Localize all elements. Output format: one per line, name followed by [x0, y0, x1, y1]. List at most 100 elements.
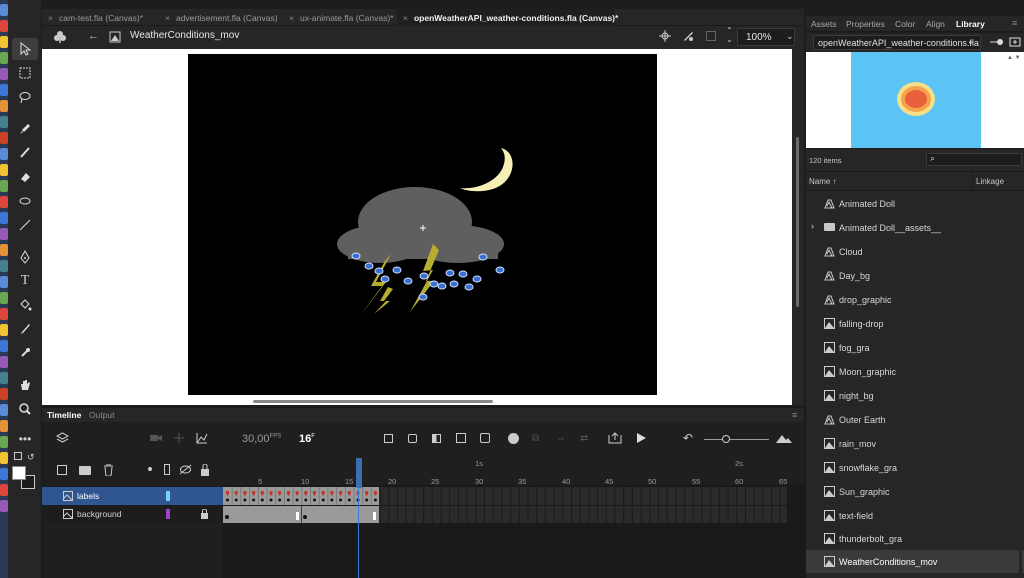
preview-arrows-icon[interactable]: ▲ ▼: [1007, 55, 1021, 61]
edit-symbols-icon[interactable]: [682, 30, 694, 45]
insert-frame-icon[interactable]: [432, 434, 441, 443]
tab-openweatherapi[interactable]: × openWeatherAPI_weather-conditions.fla (…: [397, 9, 618, 26]
center-stage-icon[interactable]: [659, 30, 671, 45]
stage-canvas[interactable]: [188, 54, 657, 395]
chevron-right-icon[interactable]: ›: [811, 221, 814, 231]
paint-bucket-tool-icon[interactable]: [12, 294, 38, 316]
camera-icon[interactable]: [150, 433, 162, 446]
close-icon[interactable]: ×: [403, 13, 408, 23]
tab-properties[interactable]: Properties: [846, 19, 885, 29]
insert-keyframe-icon[interactable]: [384, 434, 393, 443]
horizontal-scroll-thumb[interactable]: [253, 400, 493, 403]
play-icon[interactable]: [635, 432, 647, 447]
library-item[interactable]: Moon_graphic: [806, 360, 1024, 383]
library-item[interactable]: fog_gra: [806, 336, 1024, 359]
tab-cam-test[interactable]: × cam-test.fla (Canvas)*: [42, 9, 159, 26]
text-tool-icon[interactable]: T: [12, 270, 38, 292]
brush-tool-icon[interactable]: [12, 142, 38, 164]
fps-display[interactable]: 30,00FPS: [242, 433, 281, 445]
library-item[interactable]: drop_graphic: [806, 288, 1024, 311]
line-tool-icon[interactable]: [12, 214, 38, 236]
graph-icon[interactable]: [196, 432, 208, 447]
close-icon[interactable]: ×: [289, 13, 294, 23]
column-name[interactable]: Name ↑: [809, 177, 837, 186]
mountain-zoom-icon[interactable]: [776, 433, 792, 446]
tab-library[interactable]: Library: [956, 19, 985, 29]
eyedropper-tool-icon[interactable]: [12, 318, 38, 340]
loop-icon[interactable]: ⇄: [580, 433, 588, 444]
pin-icon[interactable]: [990, 36, 1004, 51]
layer-color-swatch[interactable]: [166, 491, 170, 501]
lasso-tool-icon[interactable]: [12, 86, 38, 108]
more-tools-icon[interactable]: •••: [12, 428, 38, 450]
layer-row-background[interactable]: background: [42, 505, 223, 523]
layers-icon[interactable]: [55, 432, 70, 448]
library-item[interactable]: rain_mov: [806, 432, 1024, 455]
selection-tool-icon[interactable]: [12, 38, 38, 60]
frames-area[interactable]: [223, 485, 804, 578]
paint-brush-tool-icon[interactable]: [12, 118, 38, 140]
tab-advertisement[interactable]: × advertisement.fla (Canvas): [159, 9, 283, 26]
close-icon[interactable]: ×: [48, 13, 53, 23]
edit-multiple-frames-icon[interactable]: ⇔: [556, 433, 566, 444]
tab-assets[interactable]: Assets: [811, 19, 837, 29]
pen-tool-icon[interactable]: [12, 246, 38, 268]
library-item[interactable]: night_bg: [806, 384, 1024, 407]
onion-skin-icon[interactable]: [508, 433, 519, 444]
zoom-tool-icon[interactable]: [12, 398, 38, 420]
library-document-select[interactable]: openWeatherAPI_weather-conditions.fla: [813, 35, 981, 50]
panel-menu-icon[interactable]: ≡: [1012, 18, 1017, 28]
library-item[interactable]: snowflake_gra: [806, 456, 1024, 479]
lock-icon[interactable]: [200, 509, 209, 519]
library-scrollbar[interactable]: [1019, 191, 1022, 578]
layer-row-labels[interactable]: labels: [42, 487, 223, 505]
layer-depth-icon[interactable]: [173, 432, 185, 447]
delete-frame-icon[interactable]: [480, 433, 490, 443]
free-transform-tool-icon[interactable]: [12, 62, 38, 84]
back-arrow-icon[interactable]: ←: [88, 30, 99, 42]
tab-align[interactable]: Align: [926, 19, 945, 29]
width-tool-icon[interactable]: [12, 190, 38, 212]
default-colors-icon[interactable]: [14, 452, 22, 460]
insert-blank-keyframe-icon[interactable]: [408, 434, 417, 443]
hand-tool-icon[interactable]: [12, 374, 38, 396]
hide-layer-icon[interactable]: [179, 464, 192, 478]
library-item[interactable]: Outer Earth: [806, 408, 1024, 431]
timeline-zoom-handle[interactable]: [722, 435, 730, 443]
new-library-panel-icon[interactable]: [1009, 36, 1021, 51]
create-tween-icon[interactable]: [456, 433, 466, 443]
library-item[interactable]: Animated Doll: [806, 192, 1024, 215]
clip-canvas-icon[interactable]: [706, 31, 716, 41]
lock-layer-icon[interactable]: [200, 463, 210, 479]
panel-menu-icon[interactable]: ≡: [792, 410, 797, 420]
current-frame-display[interactable]: 16F: [299, 433, 315, 445]
delete-layer-icon[interactable]: [103, 463, 114, 479]
tab-color[interactable]: Color: [895, 19, 915, 29]
library-item[interactable]: Day_bg: [806, 264, 1024, 287]
swap-colors-icon[interactable]: ↺: [27, 452, 35, 463]
library-item[interactable]: Cloud: [806, 240, 1024, 263]
highlight-layer-icon[interactable]: [148, 467, 152, 471]
zoom-stepper-icon[interactable]: ⌃ ⌄: [726, 26, 733, 44]
tab-ux-animate[interactable]: × ux-animate.fla (Canvas)*: [283, 9, 397, 26]
export-icon[interactable]: [608, 432, 622, 447]
stroke-color-swatch[interactable]: [12, 466, 26, 480]
library-item[interactable]: Sun_graphic: [806, 480, 1024, 503]
scene-icon[interactable]: [52, 29, 68, 48]
timeline-zoom-slider[interactable]: [704, 439, 769, 440]
library-folder[interactable]: › Animated Doll__assets__: [806, 216, 1024, 239]
frames-ruler[interactable]: 1s 2s 5 10 15 20 25 30 35 40 45 50 55 60…: [223, 457, 804, 486]
library-search-input[interactable]: ⌕: [926, 153, 1022, 166]
chevron-down-icon[interactable]: ⌄: [967, 36, 975, 47]
new-folder-icon[interactable]: [79, 466, 91, 475]
close-icon[interactable]: ×: [165, 13, 170, 23]
library-item[interactable]: falling-drop: [806, 312, 1024, 335]
outline-layer-icon[interactable]: [164, 464, 170, 475]
column-linkage[interactable]: Linkage: [976, 177, 1004, 186]
chevron-down-icon[interactable]: ⌄: [786, 31, 794, 42]
bone-tool-icon[interactable]: [12, 342, 38, 364]
onion-skin-outline-icon[interactable]: ⧉: [532, 433, 539, 444]
library-item[interactable]: text-field: [806, 504, 1024, 527]
tab-timeline[interactable]: Timeline: [47, 410, 81, 420]
undo-icon[interactable]: ↶: [683, 431, 693, 445]
